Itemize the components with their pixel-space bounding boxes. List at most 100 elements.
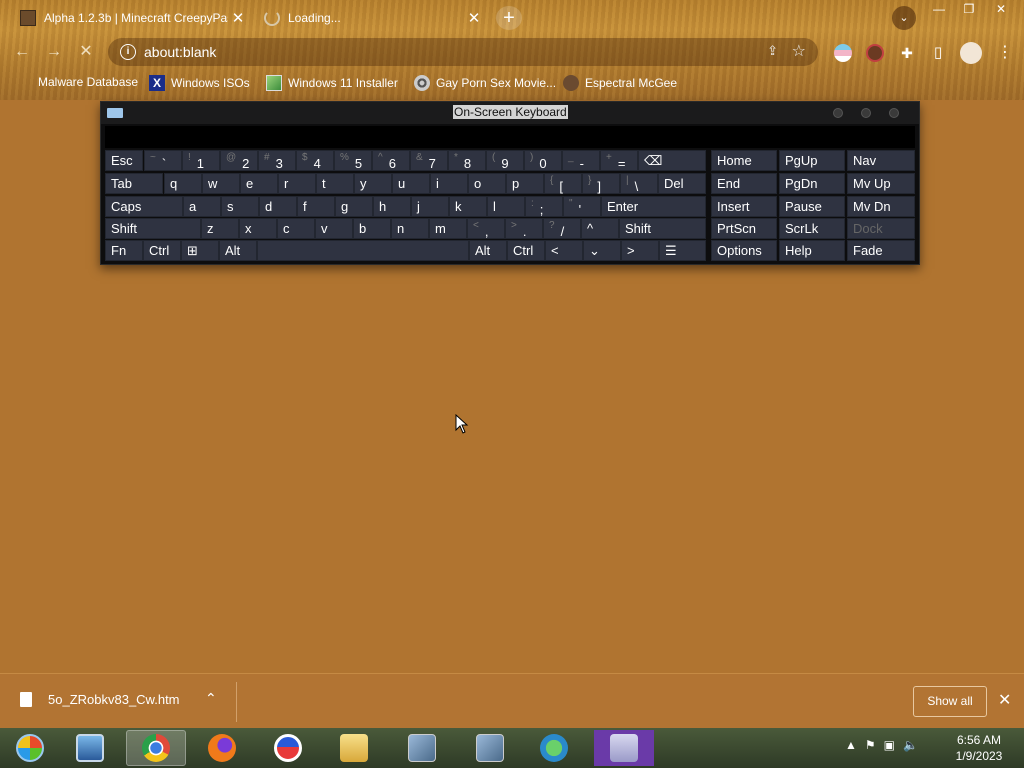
taskbar-installer-1[interactable] xyxy=(392,730,452,766)
osk-key-space[interactable] xyxy=(257,240,469,261)
osk-maximize-button[interactable] xyxy=(861,108,871,118)
osk-key-0[interactable]: ) 0 xyxy=(524,150,562,171)
osk-key-z[interactable]: z xyxy=(201,218,239,239)
tab-search-button[interactable]: ⌄ xyxy=(892,6,916,30)
osk-key-help[interactable]: Help xyxy=(779,240,845,261)
osk-key-4[interactable]: $4 xyxy=(296,150,334,171)
osk-key-n[interactable]: n xyxy=(391,218,429,239)
start-button[interactable] xyxy=(0,730,60,766)
osk-key-v[interactable]: v xyxy=(315,218,353,239)
show-hidden-icons-icon[interactable]: ▲ xyxy=(845,738,857,752)
osk-key-'[interactable]: " ' xyxy=(563,196,601,217)
osk-key-nav[interactable]: Nav xyxy=(847,150,915,171)
osk-key-[[interactable]: {[ xyxy=(544,173,582,194)
osk-key-a[interactable]: a xyxy=(183,196,221,217)
osk-key-pgup[interactable]: PgUp xyxy=(779,150,845,171)
osk-key-y[interactable]: y xyxy=(354,173,392,194)
osk-key-/[interactable]: ? / xyxy=(543,218,581,239)
osk-minimize-button[interactable] xyxy=(833,108,843,118)
osk-key-mv-dn[interactable]: Mv Dn xyxy=(847,196,915,217)
osk-key-alt[interactable]: Alt xyxy=(219,240,257,261)
osk-key-symbol[interactable]: ⌄ xyxy=(583,240,621,261)
volume-icon[interactable]: 🔈 xyxy=(903,738,918,752)
osk-key-e[interactable]: e xyxy=(240,173,278,194)
osk-key-;[interactable]: :; xyxy=(525,196,563,217)
share-icon[interactable]: ⇪ xyxy=(767,43,778,59)
osk-key-,[interactable]: <, xyxy=(467,218,505,239)
osk-key-c[interactable]: c xyxy=(277,218,315,239)
osk-key-s[interactable]: s xyxy=(221,196,259,217)
osk-key-d[interactable]: d xyxy=(259,196,297,217)
forward-button[interactable]: → xyxy=(42,40,66,64)
bookmark-star-icon[interactable]: ☆ xyxy=(792,41,806,61)
osk-key-8[interactable]: * 8 xyxy=(448,150,486,171)
osk-key-k[interactable]: k xyxy=(449,196,487,217)
close-tab-icon[interactable]: ✕ xyxy=(228,9,248,27)
osk-key-dock[interactable]: Dock xyxy=(847,218,915,239)
osk-key-pause[interactable]: Pause xyxy=(779,196,845,217)
osk-key-end[interactable]: End xyxy=(711,173,777,194)
bookmark-windows-11-installer[interactable]: Windows 11 Installer xyxy=(266,75,398,91)
taskbar-network[interactable] xyxy=(524,730,584,766)
osk-key-shift[interactable]: Shift xyxy=(619,218,706,239)
extension-flag-icon[interactable] xyxy=(834,44,852,62)
osk-key-r[interactable]: r xyxy=(278,173,316,194)
osk-key-x[interactable]: x xyxy=(239,218,277,239)
osk-key-prtscn[interactable]: PrtScn xyxy=(711,218,777,239)
osk-key-b[interactable]: b xyxy=(353,218,391,239)
extension-avatar-icon[interactable] xyxy=(866,44,884,62)
osk-key-ctrl[interactable]: Ctrl xyxy=(143,240,181,261)
osk-key-g[interactable]: g xyxy=(335,196,373,217)
osk-key-.[interactable]: >. xyxy=(505,218,543,239)
osk-titlebar[interactable]: On-Screen Keyboard xyxy=(101,102,919,124)
action-center-flag-icon[interactable]: ⚑ xyxy=(865,738,876,752)
osk-key-fn[interactable]: Fn xyxy=(105,240,143,261)
download-options-chevron-icon[interactable]: ⌃ xyxy=(205,690,217,707)
osk-key-q[interactable]: q xyxy=(164,173,202,194)
osk-key-caps[interactable]: Caps xyxy=(105,196,183,217)
osk-key-symbol[interactable]: ⊞ xyxy=(181,240,219,261)
osk-key-symbol[interactable]: ⌫ xyxy=(638,150,706,171)
osk-key-insert[interactable]: Insert xyxy=(711,196,777,217)
osk-key-del[interactable]: Del xyxy=(658,173,706,194)
osk-key-o[interactable]: o xyxy=(468,173,506,194)
site-info-icon[interactable]: i xyxy=(120,44,136,60)
address-bar[interactable]: i about:blank ⇪ ☆ xyxy=(108,38,818,66)
osk-key-f[interactable]: f xyxy=(297,196,335,217)
osk-key--[interactable]: _ - xyxy=(562,150,600,171)
extensions-puzzle-icon[interactable]: ✚ xyxy=(898,44,916,62)
osk-key-p[interactable]: p xyxy=(506,173,544,194)
osk-key-shift[interactable]: Shift xyxy=(105,218,201,239)
osk-key-enter[interactable]: Enter xyxy=(601,196,706,217)
tab-loading[interactable]: Loading... ✕ xyxy=(252,4,484,32)
osk-key-w[interactable]: w xyxy=(202,173,240,194)
osk-key-\[interactable]: | \ xyxy=(620,173,658,194)
taskbar-on-screen-keyboard[interactable] xyxy=(594,730,654,766)
osk-key-i[interactable]: i xyxy=(430,173,468,194)
bookmark-gay-porn-sex-movie[interactable]: Gay Porn Sex Movie... xyxy=(414,75,556,91)
url-text[interactable]: about:blank xyxy=(144,44,216,60)
osk-key-][interactable]: }] xyxy=(582,173,620,194)
network-icon[interactable]: ▣ xyxy=(884,738,895,752)
osk-key-ctrl[interactable]: Ctrl xyxy=(507,240,545,261)
osk-key-h[interactable]: h xyxy=(373,196,411,217)
close-downloads-icon[interactable]: ✕ xyxy=(998,690,1011,710)
minimize-button[interactable]: — xyxy=(924,0,954,18)
back-button[interactable]: ← xyxy=(10,40,34,64)
clock[interactable]: 6:56 AM 1/9/2023 xyxy=(940,732,1018,764)
osk-key-j[interactable]: j xyxy=(411,196,449,217)
new-tab-button[interactable]: + xyxy=(496,6,522,30)
close-tab-icon[interactable]: ✕ xyxy=(464,9,484,27)
bookmark-malware-database[interactable]: Malware Database xyxy=(38,75,138,89)
profile-icon[interactable] xyxy=(960,42,982,64)
osk-key-esc[interactable]: Esc xyxy=(105,150,143,171)
osk-key-home[interactable]: Home xyxy=(711,150,777,171)
tab-minecraft-creepypasta[interactable]: Alpha 1.2.3b | Minecraft CreepyPasta ✕ xyxy=(8,4,248,32)
osk-key-t[interactable]: t xyxy=(316,173,354,194)
restore-button[interactable]: ❐ xyxy=(954,0,984,18)
osk-key-`[interactable]: ~ ` xyxy=(144,150,182,171)
osk-key-2[interactable]: @2 xyxy=(220,150,258,171)
taskbar-firefox[interactable] xyxy=(192,730,252,766)
taskbar-installer-2[interactable] xyxy=(460,730,520,766)
osk-key-m[interactable]: m xyxy=(429,218,467,239)
